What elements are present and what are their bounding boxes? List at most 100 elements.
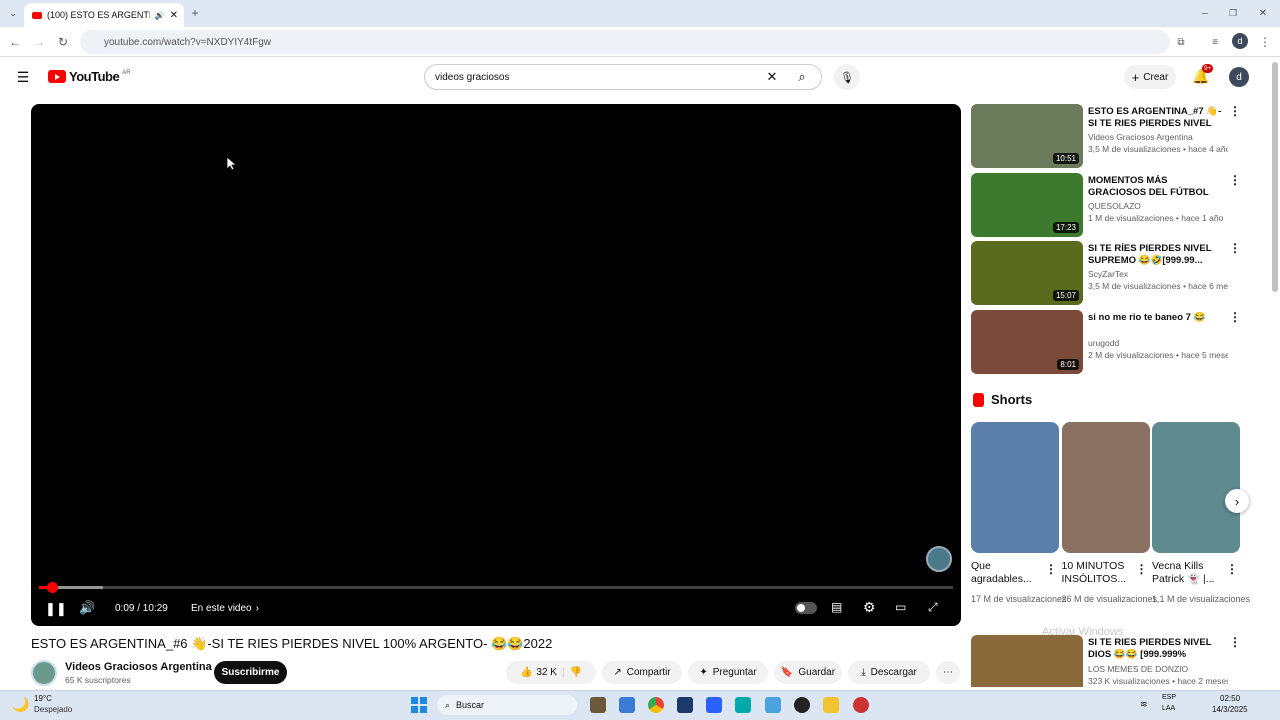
windows-start-icon[interactable] — [411, 697, 427, 713]
video-thumbnail[interactable]: 17:23 — [971, 172, 1083, 237]
chrome-taskbar-icon[interactable] — [648, 697, 664, 713]
channel-name[interactable]: LOS MEMES DE DONZIO — [1088, 663, 1228, 675]
page-scrollbar[interactable] — [1272, 62, 1278, 292]
video-thumbnail[interactable] — [971, 635, 1083, 687]
file-explorer-taskbar-icon[interactable] — [590, 697, 606, 713]
audio-icon[interactable]: 🔊 — [155, 11, 165, 20]
create-button[interactable]: + Crear — [1124, 65, 1176, 89]
account-avatar[interactable]: d — [1229, 67, 1249, 87]
more-options-icon[interactable]: ⋮ — [1226, 562, 1238, 576]
volume-icon[interactable]: 🔊 — [79, 600, 95, 616]
short-title[interactable]: 10 MINUTOS INSÓLITOS... — [1062, 560, 1132, 586]
video-thumbnail[interactable]: 15:07 — [971, 241, 1083, 305]
channel-name[interactable]: urugodd — [1088, 337, 1228, 349]
app-taskbar-icon[interactable] — [765, 697, 781, 713]
video-thumbnail[interactable]: 8:01 — [971, 309, 1083, 374]
notifications-button[interactable]: 🔔 9+ — [1192, 64, 1214, 85]
search-input[interactable]: videos graciosos ✕ ⌕ — [424, 64, 822, 90]
more-options-icon[interactable]: ⋮ — [1136, 562, 1148, 576]
video-thumbnail[interactable]: 10:51 — [971, 104, 1083, 168]
channel-avatar[interactable] — [31, 660, 57, 686]
subtitles-icon[interactable]: ▤ — [831, 600, 842, 614]
language-line1[interactable]: ESP — [1162, 694, 1176, 701]
fullscreen-icon[interactable]: ⤢ — [928, 600, 938, 615]
new-tab-icon[interactable]: + — [186, 4, 204, 22]
short-thumbnail[interactable] — [1152, 422, 1240, 553]
search-icon[interactable]: ⌕ — [793, 68, 811, 86]
progress-bar[interactable] — [39, 582, 953, 593]
browser-menu-icon[interactable]: ⋮ — [1256, 33, 1274, 51]
autoplay-toggle[interactable] — [795, 602, 817, 614]
download-button[interactable]: ⤓ Descargar — [848, 661, 930, 684]
browser-tab[interactable]: (100) ESTO ES ARGENTINA_ 🔊 ✕ — [24, 3, 184, 27]
profile-avatar[interactable]: d — [1232, 33, 1248, 49]
media-taskbar-icon[interactable] — [794, 697, 810, 713]
hamburger-menu-icon[interactable]: ☰ — [14, 68, 32, 86]
more-options-icon[interactable]: ⋮ — [1229, 310, 1241, 324]
related-video-item[interactable]: 17:23 MOMENTOS MÁS GRACIOSOS DEL FÚTBOL … — [971, 172, 1241, 237]
related-video-item[interactable]: 10:51 ESTO ES ARGENTINA_#7 👋-SI TE RIES … — [971, 104, 1241, 168]
minimize-icon[interactable]: – — [1196, 4, 1214, 22]
more-options-icon[interactable]: ⋮ — [1045, 562, 1057, 576]
video-title[interactable]: SI TE RÍES PIERDES NIVEL SUPREMO 😂🤣[999.… — [1088, 243, 1223, 267]
chrome2-taskbar-icon[interactable] — [853, 697, 869, 713]
more-options-icon[interactable]: ⋮ — [1229, 173, 1241, 187]
ask-button[interactable]: ✦ Preguntar — [688, 661, 768, 684]
shorts-next-button[interactable]: › — [1225, 489, 1249, 513]
channel-name[interactable]: Videos Graciosos Argentina — [65, 661, 212, 673]
short-thumbnail[interactable] — [971, 422, 1059, 553]
youtube-logo[interactable]: YouTube AR — [48, 69, 131, 84]
clock-date[interactable]: 14/3/2025 — [1212, 705, 1248, 714]
clock-time[interactable]: 02:50 — [1220, 694, 1240, 703]
clear-search-icon[interactable]: ✕ — [763, 68, 781, 86]
short-thumbnail[interactable] — [1061, 422, 1150, 553]
channel-watermark-logo[interactable] — [926, 546, 952, 572]
forward-icon[interactable]: → — [30, 33, 48, 51]
security-taskbar-icon[interactable] — [677, 697, 693, 713]
language-line2[interactable]: LAA — [1162, 705, 1175, 712]
url-field[interactable]: youtube.com/watch?v=NXDYIY4tFgw — [80, 30, 1170, 54]
store-taskbar-icon[interactable] — [706, 697, 722, 713]
edge-taskbar-icon[interactable] — [619, 697, 635, 713]
more-options-icon[interactable]: ⋮ — [1229, 635, 1241, 649]
theater-mode-icon[interactable]: ▭ — [895, 600, 906, 614]
pause-icon[interactable]: ❚❚ — [45, 601, 67, 617]
like-button[interactable]: 👍 32 K — [520, 667, 557, 678]
back-icon[interactable]: ← — [6, 33, 24, 51]
short-title[interactable]: Vecna Kills Patrick 👻 |... — [1152, 560, 1222, 586]
settings-gear-icon[interactable]: ⚙ — [863, 599, 876, 616]
short-title[interactable]: Que agradables... — [971, 560, 1041, 586]
more-actions-button[interactable]: ⋯ — [936, 661, 960, 684]
tab-list-icon[interactable]: ⌄ — [4, 4, 22, 22]
video-player[interactable]: ❚❚ 🔊 0:09 / 10:29 En este video › ▤ ⚙ ▭ … — [31, 104, 961, 626]
video-title[interactable]: ESTO ES ARGENTINA_#7 👋-SI TE RIES PIERDE… — [1088, 106, 1223, 131]
share-button[interactable]: ↗ Compartir — [602, 661, 682, 684]
scrubber-handle[interactable] — [46, 582, 58, 593]
related-video-item[interactable]: 15:07 SI TE RÍES PIERDES NIVEL SUPREMO 😂… — [971, 241, 1241, 305]
channel-name[interactable]: QUESOLAZO — [1088, 200, 1228, 212]
taskbar-search[interactable]: ⌕ Buscar — [437, 695, 577, 715]
wifi-icon[interactable]: ≋ — [1140, 699, 1148, 710]
channel-name[interactable]: ScyZarTex — [1088, 268, 1228, 280]
folder-taskbar-icon[interactable] — [823, 697, 839, 713]
close-tab-icon[interactable]: ✕ — [170, 10, 178, 21]
more-options-icon[interactable]: ⋮ — [1229, 104, 1241, 118]
close-window-icon[interactable]: ✕ — [1254, 4, 1272, 22]
related-video-item[interactable]: 8:01 si no me rio te baneo 7 😂 urugodd 2… — [971, 309, 1241, 374]
dislike-button[interactable]: 👎 — [570, 667, 582, 678]
reload-icon[interactable]: ↻ — [54, 33, 72, 51]
video-title[interactable]: si no me rio te baneo 7 😂 — [1088, 312, 1223, 324]
chapter-button[interactable]: En este video › — [191, 603, 259, 614]
related-video-bottom[interactable]: SI TE RIES PIERDES NIVEL DIOS 😂😂 [999.99… — [971, 635, 1241, 687]
save-button[interactable]: 🔖 Guardar — [774, 661, 842, 684]
reading-list-icon[interactable]: ≡ — [1206, 33, 1224, 51]
subscribe-button[interactable]: Suscribirme — [214, 661, 287, 684]
more-options-icon[interactable]: ⋮ — [1229, 241, 1241, 255]
extensions-icon[interactable]: ⧉ — [1172, 33, 1190, 51]
browser2-taskbar-icon[interactable] — [735, 697, 751, 713]
voice-search-button[interactable]: 🎙 — [834, 64, 860, 90]
channel-name[interactable]: Videos Graciosos Argentina — [1088, 131, 1228, 143]
video-title[interactable]: SI TE RIES PIERDES NIVEL DIOS 😂😂 [999.99… — [1088, 637, 1223, 662]
video-title[interactable]: MOMENTOS MÁS GRACIOSOS DEL FÚTBOL ARGENT… — [1088, 175, 1223, 200]
maximize-icon[interactable]: ❐ — [1224, 4, 1242, 22]
